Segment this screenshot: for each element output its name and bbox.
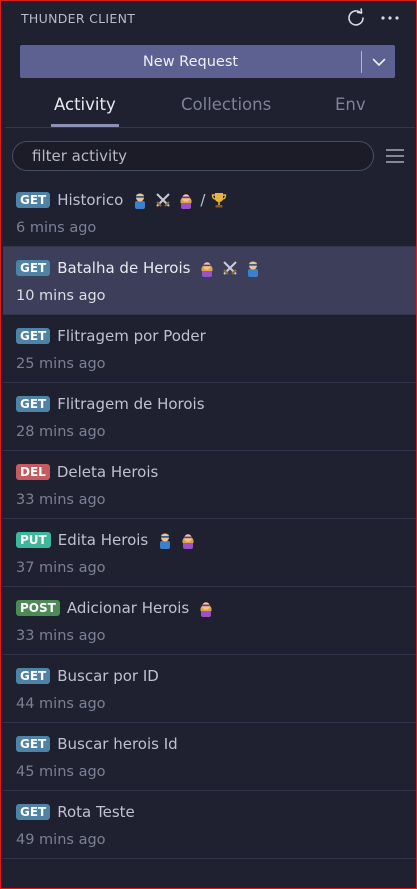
request-name: Historico xyxy=(57,191,124,209)
activity-item[interactable]: GET Batalha de Herois 10 mins ago xyxy=(3,247,416,315)
activity-item[interactable]: GET Buscar por ID 44 mins ago xyxy=(3,655,416,723)
app-title: THUNDER CLIENT xyxy=(21,11,136,26)
filter-activity-input[interactable] xyxy=(12,141,374,171)
activity-item[interactable]: GET Historico / 6 mins ago xyxy=(3,179,416,247)
request-timestamp: 37 mins ago xyxy=(16,560,106,576)
header-actions xyxy=(346,7,400,29)
activity-item[interactable]: GET Flitragem de Horois 28 mins ago xyxy=(3,383,416,451)
activity-item[interactable]: DEL Deleta Herois 33 mins ago xyxy=(3,451,416,519)
request-name: Buscar por ID xyxy=(57,667,159,685)
activity-item[interactable]: GET Flitragem por Poder 25 mins ago xyxy=(3,315,416,383)
method-badge: POST xyxy=(16,600,60,616)
method-badge: GET xyxy=(16,668,51,684)
request-name: Batalha de Herois xyxy=(57,259,191,277)
request-name: Buscar herois Id xyxy=(57,735,178,753)
request-timestamp: 6 mins ago xyxy=(16,220,97,236)
woman-hero-icon xyxy=(197,599,215,617)
woman-hero-icon xyxy=(198,259,216,277)
method-badge: DEL xyxy=(16,464,50,480)
method-badge: GET xyxy=(16,328,51,344)
activity-list: GET Historico / 6 mins ago GET Batalha de Her… xyxy=(3,179,416,859)
new-request-dropdown[interactable] xyxy=(362,45,395,78)
activity-item-header: GET Buscar por ID xyxy=(16,667,159,685)
method-badge: PUT xyxy=(16,532,51,548)
emoji-group xyxy=(198,259,262,277)
thunder-client-panel: THUNDER CLIENT New Request Activity Coll… xyxy=(0,0,417,889)
request-name: Edita Herois xyxy=(57,531,149,549)
tabs-divider xyxy=(5,127,415,128)
chevron-down-icon xyxy=(372,58,385,66)
request-timestamp: 33 mins ago xyxy=(16,628,106,644)
request-name: Rota Teste xyxy=(57,803,135,821)
activity-item-header: GET Flitragem por Poder xyxy=(16,327,206,345)
activity-item-header: DEL Deleta Herois xyxy=(16,463,158,481)
man-hero-icon xyxy=(131,191,149,209)
emoji-separator: / xyxy=(200,191,206,209)
activity-item-header: GET Batalha de Herois xyxy=(16,259,262,277)
activity-item[interactable]: PUT Edita Herois 37 mins ago xyxy=(3,519,416,587)
woman-hero-icon xyxy=(177,191,195,209)
filter-row xyxy=(12,141,408,173)
trophy-icon xyxy=(210,191,228,209)
activity-item-header: GET Buscar herois Id xyxy=(16,735,178,753)
method-badge: GET xyxy=(16,396,51,412)
tab-collections[interactable]: Collections xyxy=(181,95,271,114)
activity-item[interactable]: GET Rota Teste 49 mins ago xyxy=(3,791,416,859)
activity-item-header: POST Adicionar Herois xyxy=(16,599,215,617)
tab-bar: Activity Collections Env xyxy=(1,89,416,127)
request-timestamp: 44 mins ago xyxy=(16,696,106,712)
method-badge: GET xyxy=(16,192,51,208)
method-badge: GET xyxy=(16,804,51,820)
activity-item[interactable]: GET Buscar herois Id 45 mins ago xyxy=(3,723,416,791)
tab-env[interactable]: Env xyxy=(335,95,366,114)
activity-item-header: GET Historico / xyxy=(16,191,228,209)
emoji-group xyxy=(197,599,215,617)
emoji-group: / xyxy=(131,191,228,209)
request-name: Adicionar Herois xyxy=(66,599,190,617)
request-timestamp: 49 mins ago xyxy=(16,832,106,848)
request-timestamp: 10 mins ago xyxy=(16,288,106,304)
method-badge: GET xyxy=(16,260,51,276)
activity-item-header: PUT Edita Herois xyxy=(16,531,197,549)
tab-activity[interactable]: Activity xyxy=(54,95,116,114)
man-hero-icon xyxy=(156,531,174,549)
request-name: Flitragem de Horois xyxy=(57,395,205,413)
new-request-button[interactable]: New Request xyxy=(20,54,361,70)
crossed-swords-icon xyxy=(154,191,172,209)
request-timestamp: 25 mins ago xyxy=(16,356,106,372)
request-name: Flitragem por Poder xyxy=(57,327,206,345)
request-timestamp: 33 mins ago xyxy=(16,492,106,508)
refresh-icon[interactable] xyxy=(346,7,366,29)
request-name: Deleta Herois xyxy=(56,463,159,481)
request-timestamp: 45 mins ago xyxy=(16,764,106,780)
new-request-divider xyxy=(361,50,362,73)
method-badge: GET xyxy=(16,736,51,752)
hamburger-menu-icon[interactable] xyxy=(385,147,405,165)
crossed-swords-icon xyxy=(221,259,239,277)
activity-item[interactable]: POST Adicionar Herois 33 mins ago xyxy=(3,587,416,655)
more-horizontal-icon[interactable] xyxy=(380,7,400,29)
request-timestamp: 28 mins ago xyxy=(16,424,106,440)
woman-hero-icon xyxy=(179,531,197,549)
emoji-group xyxy=(156,531,197,549)
new-request-button-group: New Request xyxy=(20,45,395,78)
activity-item-header: GET Rota Teste xyxy=(16,803,135,821)
panel-header: THUNDER CLIENT xyxy=(1,1,416,35)
man-hero-icon xyxy=(244,259,262,277)
activity-item-header: GET Flitragem de Horois xyxy=(16,395,205,413)
